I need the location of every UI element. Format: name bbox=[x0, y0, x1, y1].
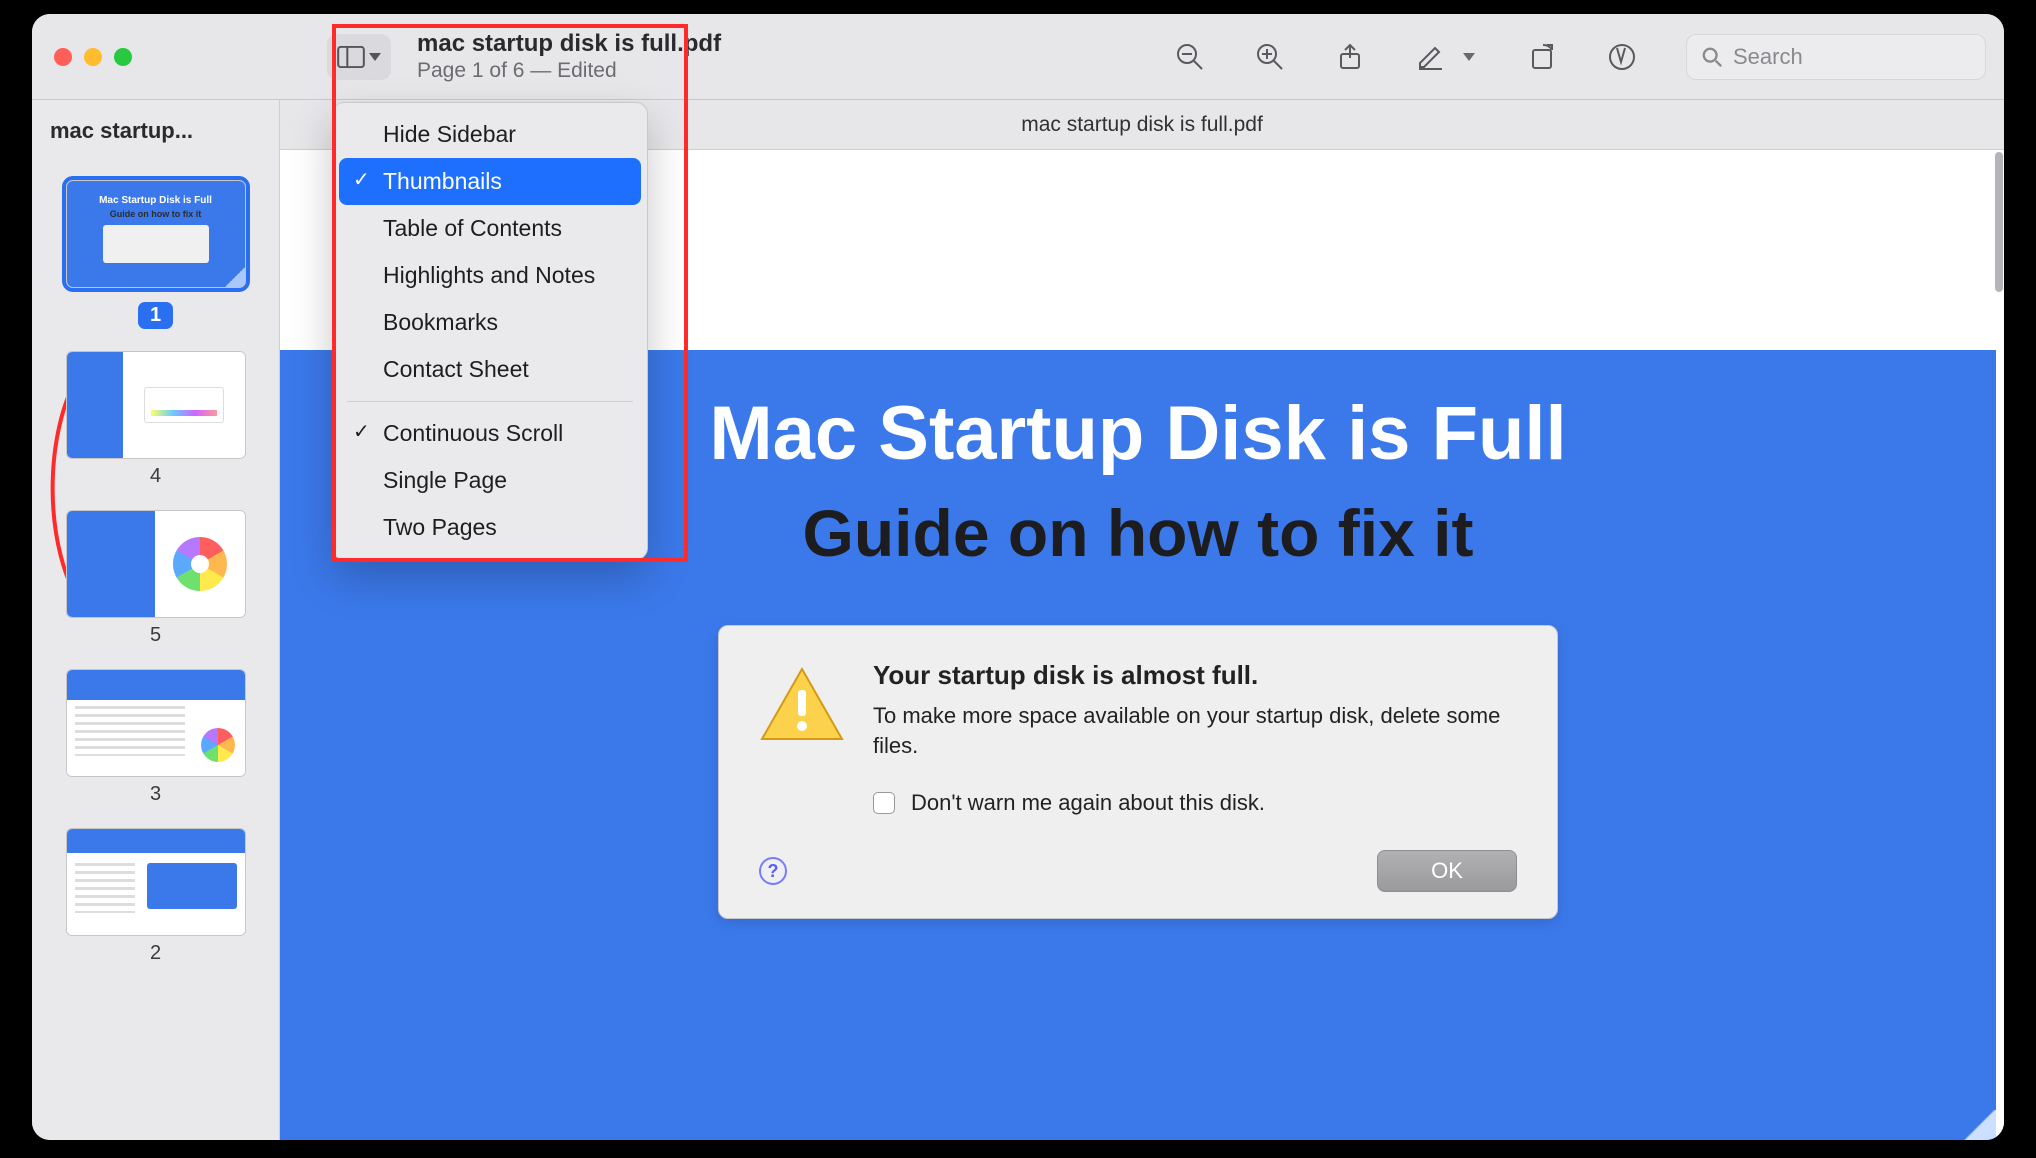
page-number-badge: 1 bbox=[138, 302, 173, 329]
minimize-window-button[interactable] bbox=[84, 48, 102, 66]
warning-icon bbox=[759, 666, 845, 744]
markup-menu-chevron[interactable] bbox=[1460, 53, 1478, 61]
sidebar-icon bbox=[337, 46, 365, 68]
page-number-label: 4 bbox=[50, 465, 261, 488]
menu-separator bbox=[347, 401, 633, 402]
page-thumbnail-3[interactable] bbox=[66, 669, 246, 777]
page-fold-decoration bbox=[1856, 1110, 1996, 1140]
help-button[interactable]: ? bbox=[759, 857, 787, 885]
toolbar: mac startup disk is full.pdf Page 1 of 6… bbox=[32, 14, 2004, 100]
close-window-button[interactable] bbox=[54, 48, 72, 66]
page-thumbnail-4[interactable] bbox=[66, 351, 246, 459]
search-field[interactable]: Search bbox=[1686, 34, 1986, 80]
page-thumbnail-2[interactable] bbox=[66, 828, 246, 936]
vertical-scrollbar[interactable] bbox=[1994, 150, 2004, 1140]
share-button[interactable] bbox=[1334, 41, 1366, 73]
ok-button[interactable]: OK bbox=[1377, 850, 1517, 892]
menu-item-contact-sheet[interactable]: Contact Sheet bbox=[339, 346, 641, 393]
menu-item-single-page[interactable]: Single Page bbox=[339, 457, 641, 504]
title-block: mac startup disk is full.pdf Page 1 of 6… bbox=[417, 30, 721, 84]
pencil-icon bbox=[1415, 42, 1445, 72]
macos-alert-dialog: Your startup disk is almost full. To mak… bbox=[718, 625, 1558, 919]
check-icon: ✓ bbox=[353, 419, 370, 446]
zoom-in-icon bbox=[1255, 42, 1285, 72]
share-icon bbox=[1335, 42, 1365, 72]
menu-item-bookmarks[interactable]: Bookmarks bbox=[339, 299, 641, 346]
menu-item-continuous-scroll[interactable]: ✓Continuous Scroll bbox=[339, 410, 641, 457]
menu-item-table-of-contents[interactable]: Table of Contents bbox=[339, 205, 641, 252]
search-icon bbox=[1701, 46, 1723, 68]
page-number-label: 5 bbox=[50, 624, 261, 647]
menu-item-highlights-notes[interactable]: Highlights and Notes bbox=[339, 252, 641, 299]
highlight-button[interactable] bbox=[1606, 41, 1638, 73]
page-thumbnail-1[interactable]: Mac Startup Disk is Full Guide on how to… bbox=[66, 180, 246, 288]
tab-active[interactable]: mac startup disk is full.pdf bbox=[1021, 113, 1263, 137]
zoom-in-button[interactable] bbox=[1254, 41, 1286, 73]
check-icon: ✓ bbox=[353, 167, 370, 194]
document-subtitle: Page 1 of 6 — Edited bbox=[417, 58, 721, 83]
highlight-icon bbox=[1607, 42, 1637, 72]
menu-item-thumbnails[interactable]: ✓Thumbnails bbox=[339, 158, 641, 205]
markup-button[interactable] bbox=[1414, 41, 1446, 73]
page-number-label: 2 bbox=[50, 942, 261, 965]
zoom-out-icon bbox=[1175, 42, 1205, 72]
page-number-label: 3 bbox=[50, 783, 261, 806]
view-menu-button[interactable] bbox=[327, 34, 391, 80]
search-placeholder: Search bbox=[1733, 44, 1803, 70]
view-dropdown-menu: Hide Sidebar ✓Thumbnails Table of Conten… bbox=[332, 102, 648, 560]
sidebar-title: mac startup... bbox=[50, 118, 193, 144]
menu-item-hide-sidebar[interactable]: Hide Sidebar bbox=[339, 111, 641, 158]
alert-title: Your startup disk is almost full. bbox=[873, 660, 1517, 691]
zoom-out-button[interactable] bbox=[1174, 41, 1206, 73]
thumbnail-sidebar: mac startup... Mac Startup Disk is Full … bbox=[32, 100, 280, 1140]
page-thumbnail-5[interactable] bbox=[66, 510, 246, 618]
preview-window: mac startup disk is full.pdf Page 1 of 6… bbox=[32, 14, 2004, 1140]
rotate-button[interactable] bbox=[1526, 41, 1558, 73]
dont-warn-label: Don't warn me again about this disk. bbox=[911, 790, 1265, 816]
document-title: mac startup disk is full.pdf bbox=[417, 30, 721, 59]
zoom-window-button[interactable] bbox=[114, 48, 132, 66]
window-controls bbox=[46, 48, 132, 66]
menu-item-two-pages[interactable]: Two Pages bbox=[339, 504, 641, 551]
dont-warn-checkbox[interactable] bbox=[873, 792, 895, 814]
rotate-icon bbox=[1527, 42, 1557, 72]
alert-body: To make more space available on your sta… bbox=[873, 701, 1517, 760]
chevron-down-icon bbox=[369, 53, 381, 61]
